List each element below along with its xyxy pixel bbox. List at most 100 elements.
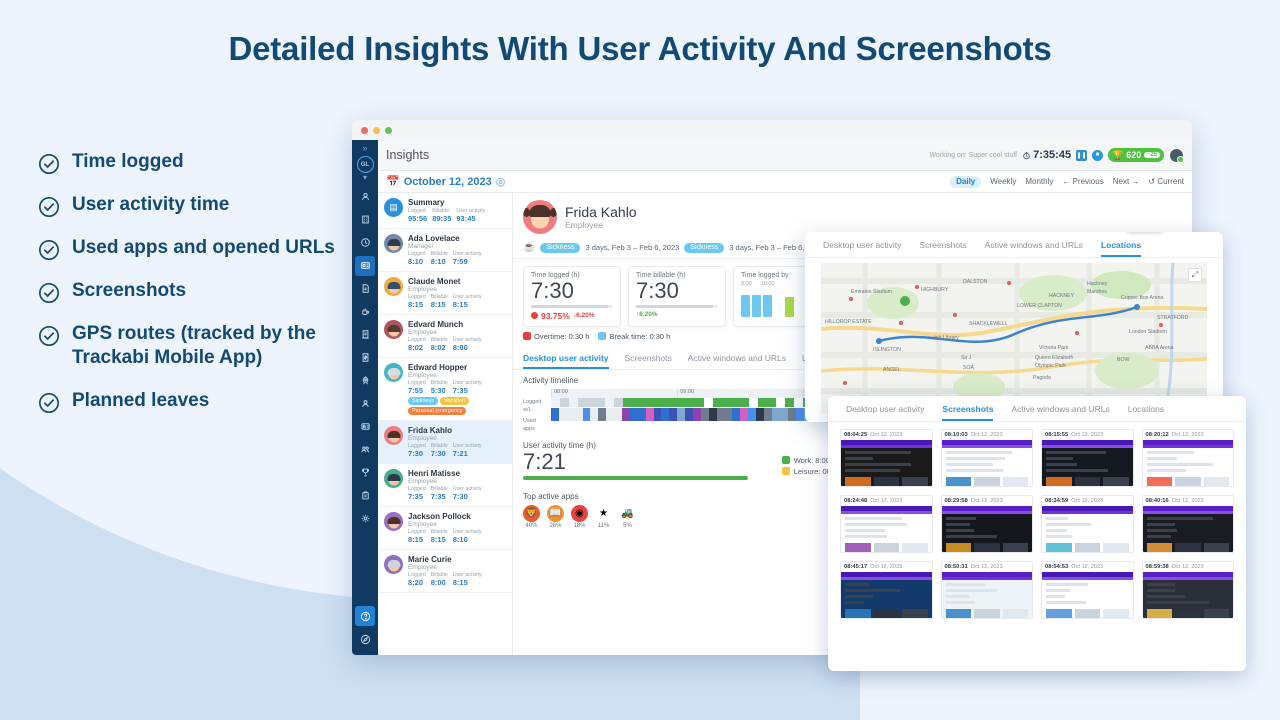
sidebar-expand-button[interactable]: » bbox=[362, 144, 367, 153]
map-tab-desktop-user-activity[interactable]: Desktop user activity bbox=[823, 237, 901, 257]
screenshot-thumbnail[interactable]: 08:40:16 Oct 12, 2023 bbox=[1141, 495, 1234, 553]
sidebar-item-settings[interactable] bbox=[355, 509, 375, 529]
selected-date[interactable]: 📅 October 12, 2023 ◎ bbox=[386, 175, 505, 189]
maximize-window-button[interactable] bbox=[385, 126, 392, 134]
employee-row[interactable]: Ada Lovelace Manager Logged 8:10 Billable 8:1… bbox=[378, 229, 512, 272]
map-tab-active-windows-and-urls[interactable]: Active windows and URLs bbox=[985, 237, 1083, 257]
compass-icon[interactable] bbox=[355, 629, 375, 649]
shot-tab-active-windows-and-urls[interactable]: Active windows and URLs bbox=[1011, 401, 1109, 421]
date-view-weekly[interactable]: Weekly bbox=[990, 177, 1016, 186]
employee-row[interactable]: Henri Matisse Employee Logged 7:35 Billable 7… bbox=[378, 464, 512, 507]
card-value: 7:30 bbox=[636, 278, 679, 303]
feature-item: Used apps and opened URLs bbox=[38, 236, 358, 261]
legend-swatch bbox=[781, 456, 790, 465]
map-view[interactable]: Emirates Stadium HIGHBURY HILLDROP ESTAT… bbox=[821, 263, 1207, 413]
sidebar-item-projects[interactable] bbox=[355, 371, 375, 391]
avatar bbox=[384, 555, 403, 574]
screenshot-thumbnail[interactable]: 08:34:59 Oct 12, 2023 bbox=[1041, 495, 1134, 553]
employee-billable: 7:30 bbox=[430, 449, 446, 458]
sidebar-item-company[interactable] bbox=[355, 210, 375, 230]
sidebar-item-insights[interactable] bbox=[355, 255, 375, 276]
tab-screenshots[interactable]: Screenshots bbox=[625, 350, 672, 369]
employee-role: Employee bbox=[408, 372, 437, 379]
sidebar-item-gamification[interactable] bbox=[355, 463, 375, 483]
selected-date-label: October 12, 2023 bbox=[403, 175, 492, 188]
employee-billable: 8:15 bbox=[430, 535, 446, 544]
shot-tab-desktop-user-activity[interactable]: Desktop user activity bbox=[846, 401, 924, 421]
screenshots-grid[interactable]: 08:04:25 Oct 12, 2023 08:10:03 Oct 12, 2023… bbox=[828, 422, 1246, 626]
employee-row[interactable]: Edvard Munch Employee Logged 8:02 Billable 8:… bbox=[378, 315, 512, 358]
prev-button[interactable]: ← Previous bbox=[1062, 177, 1103, 186]
help-icon[interactable] bbox=[355, 606, 375, 626]
sidebar-item-clients[interactable] bbox=[355, 394, 375, 414]
stop-icon[interactable]: ■ bbox=[1092, 149, 1104, 161]
employee-list[interactable]: ▤ Summary Logged 95:56 Billable 89:35 User act… bbox=[378, 193, 513, 655]
screenshot-time: 08:20:12 bbox=[1145, 432, 1169, 438]
minimize-window-button[interactable] bbox=[373, 126, 380, 134]
map-tab-locations[interactable]: Locations bbox=[1100, 237, 1142, 257]
tab-desktop-user-activity[interactable]: Desktop user activity bbox=[523, 350, 609, 369]
card-value: 7:30 bbox=[531, 278, 574, 303]
svg-text:SOA: SOA bbox=[963, 365, 974, 371]
avatar[interactable] bbox=[1169, 147, 1184, 163]
screenshot-date: Oct 12, 2023 bbox=[870, 564, 903, 570]
top-app-item: 📖 26% bbox=[547, 504, 564, 529]
sidebar-item-files[interactable] bbox=[355, 486, 375, 506]
timeline-app-segment bbox=[787, 407, 796, 421]
tab-active-windows-and-urls[interactable]: Active windows and URLs bbox=[688, 350, 786, 369]
pause-icon[interactable]: ❚❚ bbox=[1076, 149, 1088, 161]
screenshot-thumbnail[interactable]: 08:29:58 Oct 12, 2023 bbox=[940, 495, 1033, 553]
screenshot-image bbox=[841, 572, 932, 618]
shot-tab-locations[interactable]: Locations bbox=[1128, 401, 1164, 421]
sidebar-item-payments[interactable] bbox=[355, 348, 375, 368]
leave-tag[interactable]: Sickness bbox=[684, 242, 725, 253]
chevron-down-icon[interactable]: ▾ bbox=[363, 174, 367, 182]
sidebar-item-team[interactable] bbox=[355, 440, 375, 460]
screenshot-thumbnail[interactable]: 08:04:25 Oct 12, 2023 bbox=[840, 429, 933, 487]
timeline-segment bbox=[587, 397, 597, 407]
sidebar-item-contacts[interactable] bbox=[355, 417, 375, 437]
screenshot-thumbnail[interactable]: 08:15:55 Oct 12, 2023 bbox=[1041, 429, 1134, 487]
employee-row[interactable]: Jackson Pollock Employee Logged 8:15 Billabl… bbox=[378, 507, 512, 550]
map-tab-screenshots[interactable]: Screenshots bbox=[919, 237, 966, 257]
date-view-daily[interactable]: Daily bbox=[950, 175, 982, 188]
check-circle-icon bbox=[38, 239, 60, 261]
screenshot-thumbnail[interactable]: 08:50:31 Oct 12, 2023 bbox=[940, 561, 1033, 619]
screenshot-date: Oct 12, 2023 bbox=[1171, 564, 1204, 570]
sidebar-item-invoices[interactable] bbox=[355, 325, 375, 345]
app-percent: 18% bbox=[573, 522, 586, 529]
screenshot-thumbnail[interactable]: 08:24:48 Oct 12, 2023 bbox=[840, 495, 933, 553]
shot-tab-screenshots[interactable]: Screenshots bbox=[942, 401, 994, 421]
employee-row[interactable]: Edward Hopper Employee Logged 7:55 Billable 5… bbox=[378, 358, 512, 421]
screenshot-thumbnail[interactable]: 08:10:03 Oct 12, 2023 bbox=[940, 429, 1033, 487]
app-sidebar: » GL ▾ bbox=[352, 140, 378, 655]
close-window-button[interactable] bbox=[361, 126, 368, 134]
screenshot-thumbnail[interactable]: 08:20:12 Oct 12, 2023 bbox=[1141, 429, 1234, 487]
employee-logged: 8:02 bbox=[408, 343, 424, 352]
screenshot-thumbnail[interactable]: 08:59:38 Oct 12, 2023 bbox=[1141, 561, 1234, 619]
sidebar-item-profile[interactable] bbox=[355, 187, 375, 207]
app-percent: 11% bbox=[597, 522, 610, 529]
sidebar-account-avatar[interactable]: GL bbox=[356, 156, 374, 173]
employee-row[interactable]: Frida Kahlo Employee Logged 7:30 Billable 7:3… bbox=[378, 421, 512, 464]
sidebar-item-leaves[interactable] bbox=[355, 302, 375, 322]
locations-panel-tabs[interactable]: Desktop user activity Screenshots Active w… bbox=[805, 232, 1223, 258]
employee-row[interactable]: Marie Curie Employee Logged 8:20 Billable 8:0… bbox=[378, 550, 512, 593]
current-button[interactable]: ↺ Current bbox=[1148, 177, 1184, 186]
employee-activity: 8:15 bbox=[452, 300, 468, 309]
summary-row[interactable]: ▤ Summary Logged 95:56 Billable 89:35 User act… bbox=[378, 193, 512, 229]
date-view-monthly[interactable]: Monthly bbox=[1025, 177, 1053, 186]
sidebar-item-timer[interactable] bbox=[355, 233, 375, 253]
employee-row[interactable]: Claude Monet Employee Logged 8:15 Billable 8:… bbox=[378, 272, 512, 315]
sidebar-item-reports[interactable] bbox=[355, 279, 375, 299]
employee-name: Frida Kahlo bbox=[408, 426, 453, 435]
leave-tag[interactable]: Sickness bbox=[540, 242, 581, 253]
fullscreen-icon[interactable]: ⤢ bbox=[1188, 268, 1202, 282]
screenshot-thumbnail[interactable]: 08:54:53 Oct 12, 2023 bbox=[1041, 561, 1134, 619]
screenshot-image bbox=[941, 440, 1032, 486]
next-button[interactable]: Next → bbox=[1113, 177, 1140, 186]
screenshot-thumbnail[interactable]: 08:45:17 Oct 12, 2023 bbox=[840, 561, 933, 619]
screenshots-panel-tabs[interactable]: Desktop user activity Screenshots Active w… bbox=[828, 396, 1246, 422]
timeline-segment bbox=[632, 397, 642, 407]
avatar bbox=[384, 426, 403, 445]
